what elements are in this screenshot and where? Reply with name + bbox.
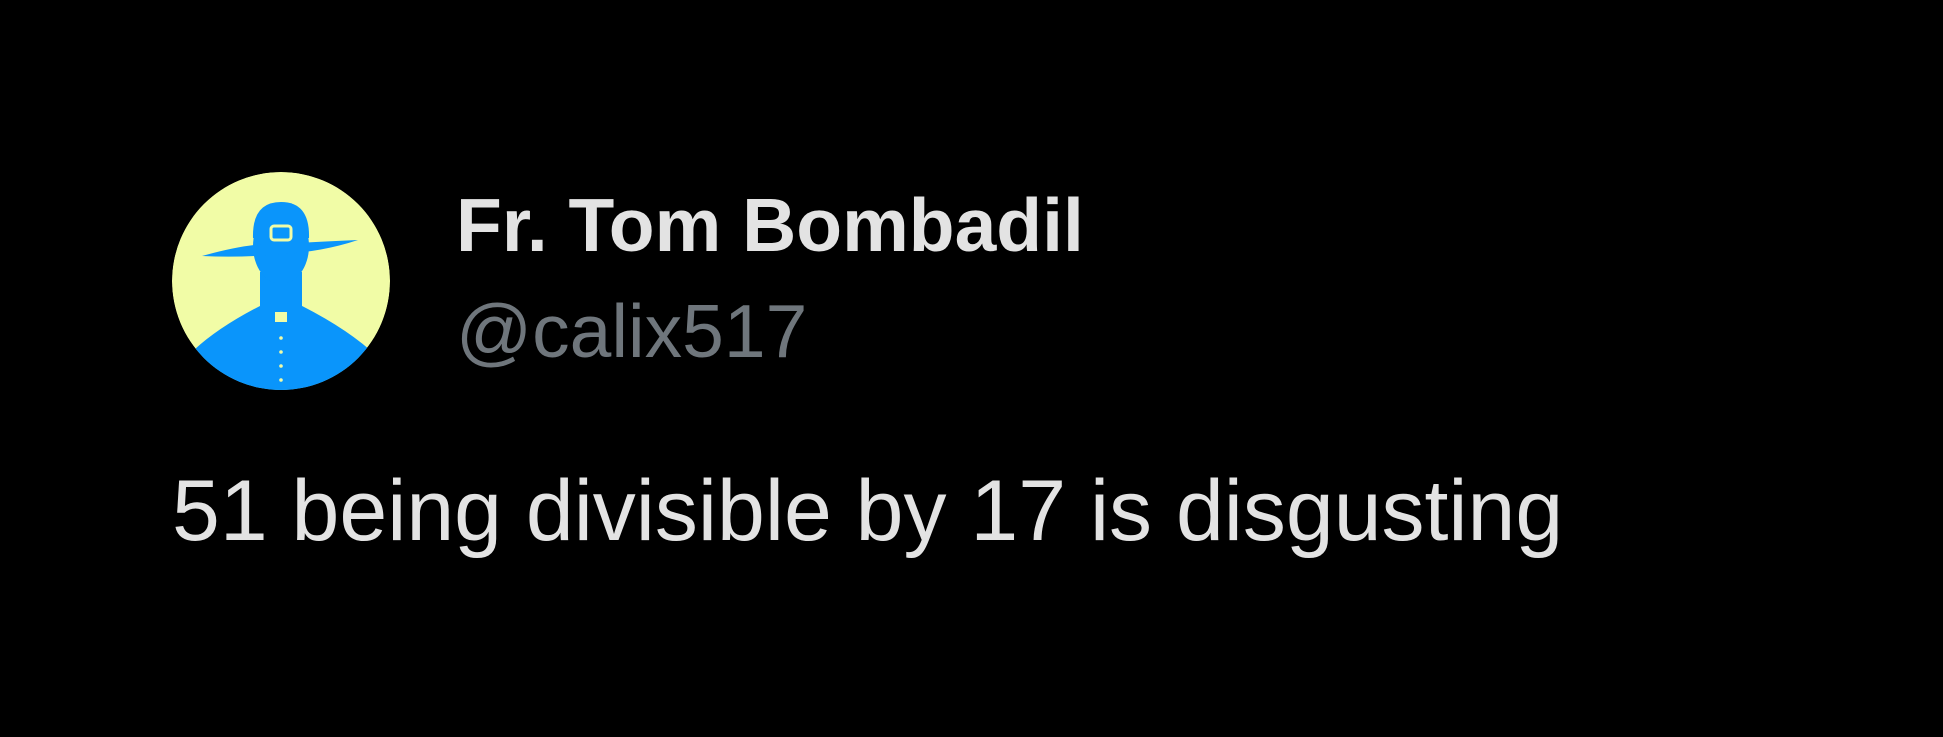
tweet-card: Fr. Tom Bombadil @calix517 51 being divi… xyxy=(0,0,1943,737)
author-display-name[interactable]: Fr. Tom Bombadil xyxy=(456,188,1084,263)
tweet-text: 51 being divisible by 17 is disgusting xyxy=(172,463,1564,559)
author-handle[interactable]: @calix517 xyxy=(456,294,807,369)
avatar[interactable] xyxy=(172,172,390,390)
priest-silhouette-icon xyxy=(172,172,390,390)
